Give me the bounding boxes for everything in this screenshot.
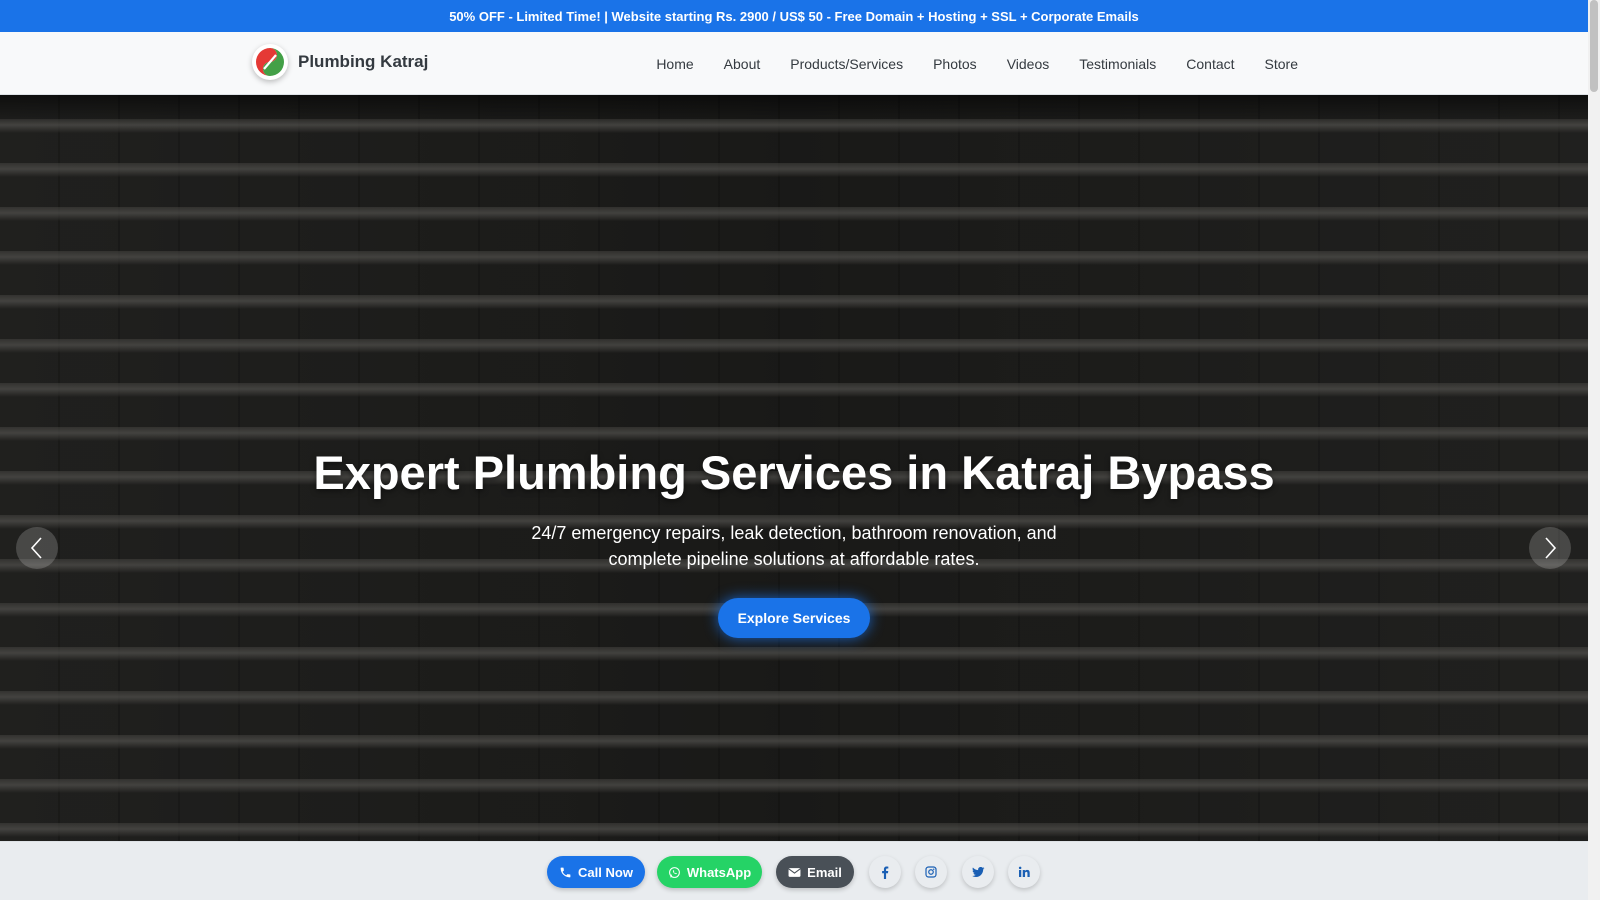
- promo-text: 50% OFF - Limited Time! | Website starti…: [449, 8, 1139, 24]
- nav-products-services[interactable]: Products/Services: [790, 56, 903, 72]
- twitter-icon: [971, 866, 984, 877]
- hero-carousel: Expert Plumbing Services in Katraj Bypas…: [0, 95, 1588, 841]
- hero-title: Expert Plumbing Services in Katraj Bypas…: [313, 446, 1275, 499]
- main-nav: Home About Products/Services Photos Vide…: [626, 32, 1298, 95]
- whatsapp-label: WhatsApp: [686, 864, 752, 880]
- call-now-label: Call Now: [578, 864, 633, 880]
- scrollbar-thumb[interactable]: [1590, 0, 1598, 92]
- email-button[interactable]: Email: [776, 856, 854, 888]
- hero-top-shade: [0, 95, 1588, 125]
- email-label: Email: [807, 864, 842, 880]
- instagram-button[interactable]: [915, 856, 947, 888]
- nav-contact[interactable]: Contact: [1186, 56, 1234, 72]
- whatsapp-button[interactable]: WhatsApp: [657, 856, 762, 888]
- facebook-button[interactable]: [869, 856, 901, 888]
- whatsapp-icon: [668, 866, 680, 878]
- nav-videos[interactable]: Videos: [1007, 56, 1050, 72]
- nav-about[interactable]: About: [724, 56, 761, 72]
- nav-home[interactable]: Home: [656, 56, 693, 72]
- nav-testimonials[interactable]: Testimonials: [1079, 56, 1156, 72]
- envelope-icon: [788, 867, 801, 877]
- chevron-left-icon: [30, 537, 42, 559]
- site-header: Plumbing Katraj Home About Products/Serv…: [0, 32, 1588, 95]
- facebook-icon: [882, 866, 889, 879]
- contact-bar: Call Now WhatsApp Email: [0, 841, 1588, 900]
- explore-services-button[interactable]: Explore Services: [718, 598, 870, 638]
- phone-icon: [560, 867, 571, 877]
- linkedin-icon: [1018, 866, 1030, 877]
- brand-name: Plumbing Katraj: [298, 52, 429, 71]
- linkedin-button[interactable]: [1008, 856, 1040, 888]
- hero-subtitle: 24/7 emergency repairs, leak detection, …: [531, 523, 1057, 569]
- page-scrollbar[interactable]: [1588, 0, 1600, 900]
- nav-store[interactable]: Store: [1265, 56, 1298, 72]
- carousel-prev-button[interactable]: [16, 527, 58, 569]
- chevron-right-icon: [1545, 537, 1557, 559]
- promo-bar: 50% OFF - Limited Time! | Website starti…: [0, 0, 1588, 32]
- logo-icon: [252, 44, 288, 80]
- instagram-icon: [925, 866, 937, 878]
- brand[interactable]: Plumbing Katraj: [252, 44, 428, 80]
- nav-photos[interactable]: Photos: [933, 56, 977, 72]
- carousel-next-button[interactable]: [1529, 527, 1571, 569]
- call-now-button[interactable]: Call Now: [547, 856, 645, 888]
- twitter-button[interactable]: [962, 856, 994, 888]
